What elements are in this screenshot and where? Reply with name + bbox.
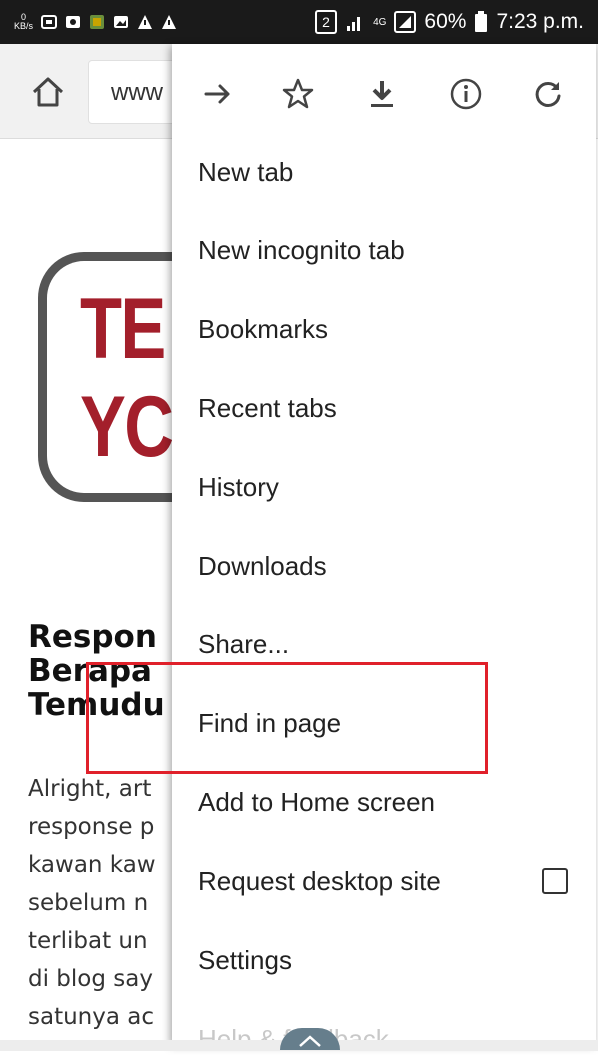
highlight-box (86, 662, 488, 774)
signal-icon (347, 17, 361, 31)
menu-item-bookmarks[interactable]: Bookmarks (198, 294, 578, 364)
sim-badge: 2 (315, 10, 338, 34)
menu-item-recent-tabs[interactable]: Recent tabs (198, 373, 578, 443)
menu-item-downloads[interactable]: Downloads (198, 531, 578, 601)
home-icon[interactable] (30, 74, 66, 110)
menu-item-new-tab[interactable]: New tab (198, 137, 578, 207)
menu-item-label: Bookmarks (198, 314, 329, 344)
notification-icon (41, 15, 58, 29)
menu-item-label: New incognito tab (198, 235, 405, 265)
menu-item-settings[interactable]: Settings (198, 925, 578, 995)
menu-item-label: Request desktop site (198, 866, 441, 896)
clock: 7:23 p.m. (496, 10, 584, 33)
menu-item-history[interactable]: History (198, 452, 578, 522)
site-logo-text: YC (80, 379, 174, 475)
status-right: 2 4G 60% 7:23 p.m. (315, 8, 584, 36)
status-left-icons: 0 KB/s (14, 10, 177, 34)
info-icon[interactable] (446, 74, 486, 114)
overflow-menu: New tab New incognito tab Bookmarks Rece… (172, 44, 596, 1044)
download-icon[interactable] (362, 74, 402, 114)
menu-item-label: Add to Home screen (198, 787, 436, 817)
request-desktop-checkbox[interactable] (542, 868, 568, 894)
menu-item-add-to-home-screen[interactable]: Add to Home screen (198, 767, 578, 837)
menu-item-label: History (198, 472, 279, 502)
refresh-icon[interactable] (528, 74, 568, 114)
menu-item-help-feedback[interactable]: Help & feedback (198, 1004, 578, 1044)
warning-icon (162, 15, 177, 29)
signal-box-icon (394, 11, 417, 33)
menu-item-label: New tab (198, 157, 294, 187)
menu-item-new-incognito-tab[interactable]: New incognito tab (198, 215, 578, 285)
menu-icon-row (172, 44, 596, 144)
forward-icon[interactable] (198, 74, 238, 114)
net-speed-indicator: 0 KB/s (14, 12, 34, 31)
scroll-handle[interactable] (280, 1028, 340, 1050)
menu-item-label: Recent tabs (198, 393, 337, 423)
bookmark-star-icon[interactable] (278, 74, 318, 114)
menu-item-label: Downloads (198, 551, 327, 581)
article-body: Alright, art response p kawan kaw sebelu… (28, 776, 156, 1030)
message-icon (66, 16, 81, 28)
status-bar: 0 KB/s 2 4G 60% 7:23 p.m. (0, 0, 598, 44)
network-type: 4G (373, 16, 387, 28)
battery-percent: 60% (424, 10, 467, 33)
gallery-icon (114, 16, 129, 28)
menu-item-request-desktop-site[interactable]: Request desktop site (198, 846, 578, 916)
url-text: www (111, 79, 163, 106)
battery-icon (475, 11, 488, 32)
chevron-up-icon (299, 1035, 321, 1047)
app-notification-icon (90, 15, 105, 29)
menu-item-label: Settings (198, 945, 292, 975)
warning-icon (138, 15, 153, 29)
site-logo-text: TE (80, 281, 166, 377)
